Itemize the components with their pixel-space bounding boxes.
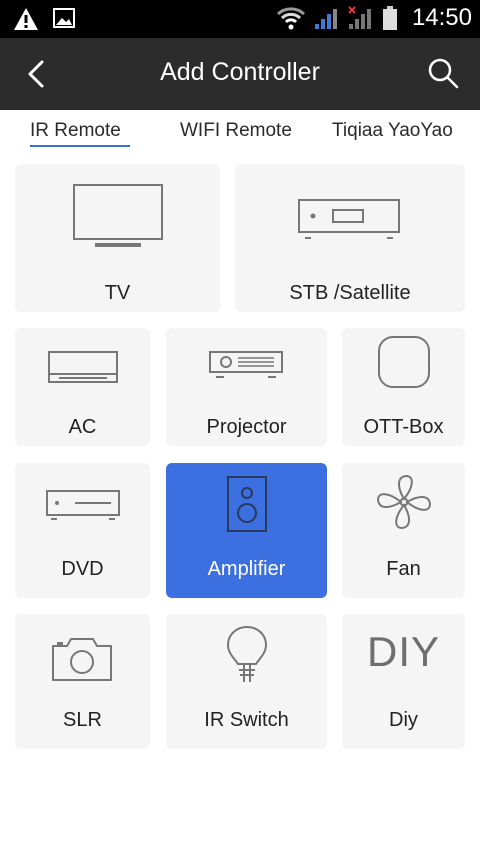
device-label: DVD	[61, 558, 104, 580]
device-tile-diy[interactable]: DIY Diy	[342, 614, 465, 749]
diy-icon: DIY	[366, 628, 440, 675]
set-top-box-icon	[298, 199, 400, 239]
device-label: TV	[104, 282, 131, 304]
battery-icon	[382, 6, 397, 30]
page-title: Add Controller	[160, 58, 320, 86]
search-icon	[428, 58, 459, 89]
tab-bar: IR Remote WIFI Remote Tiqiaa YaoYao	[0, 110, 480, 154]
device-label: Diy	[389, 709, 418, 731]
device-tile-fan[interactable]: Fan	[342, 463, 465, 598]
device-label: IR Switch	[204, 709, 289, 731]
fan-icon	[376, 474, 432, 530]
device-tile-amplifier[interactable]: Amplifier	[166, 463, 327, 598]
search-button[interactable]	[426, 56, 460, 90]
ott-box-icon	[378, 336, 430, 388]
device-label: STB /Satellite	[289, 282, 411, 304]
wifi-icon	[276, 7, 305, 30]
signal-off-icon	[348, 6, 371, 29]
tab-ir-remote[interactable]: IR Remote	[30, 120, 121, 142]
image-icon	[53, 8, 75, 28]
device-tile-slr[interactable]: SLR	[15, 614, 150, 749]
device-tile-dvd[interactable]: DVD	[15, 463, 150, 598]
dvd-player-icon	[46, 490, 120, 520]
tab-wifi-remote[interactable]: WIFI Remote	[180, 120, 292, 142]
app-bar: Add Controller	[0, 38, 480, 110]
device-label: OTT-Box	[363, 416, 444, 438]
device-tile-stb[interactable]: STB /Satellite	[235, 164, 465, 312]
tab-tiqiaa-yaoyao[interactable]: Tiqiaa YaoYao	[332, 120, 453, 142]
device-tile-projector[interactable]: Projector	[166, 328, 327, 446]
warning-icon	[14, 8, 38, 30]
signal-icon	[314, 9, 337, 29]
air-conditioner-icon	[48, 351, 118, 383]
device-tile-ir-switch[interactable]: IR Switch	[166, 614, 327, 749]
projector-icon	[209, 351, 283, 378]
device-tile-ac[interactable]: AC	[15, 328, 150, 446]
device-label: Fan	[386, 558, 421, 580]
device-tile-tv[interactable]: TV	[15, 164, 220, 312]
device-label: Projector	[206, 416, 287, 438]
tab-indicator	[30, 145, 130, 147]
status-time: 14:50	[411, 4, 472, 31]
status-bar: 14:50	[0, 0, 480, 38]
device-label: Amplifier	[207, 558, 286, 580]
speaker-icon	[227, 476, 267, 532]
device-label: AC	[68, 416, 97, 438]
device-tile-ott-box[interactable]: OTT-Box	[342, 328, 465, 446]
light-bulb-icon	[226, 625, 268, 682]
device-label: SLR	[63, 709, 102, 731]
camera-icon	[52, 638, 112, 681]
tv-icon	[73, 184, 163, 247]
